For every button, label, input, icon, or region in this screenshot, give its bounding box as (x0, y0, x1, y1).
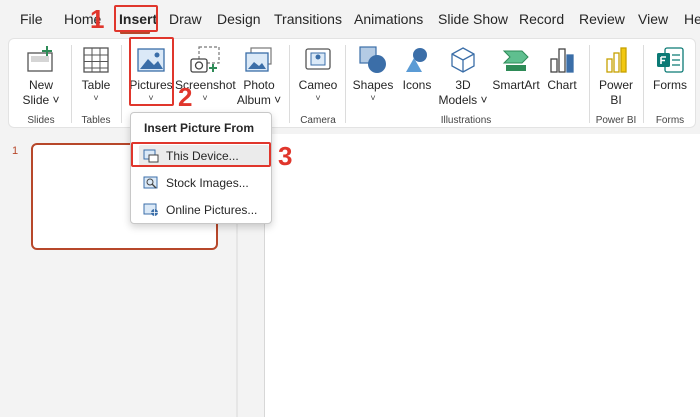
cameo-label: Cameo (298, 78, 338, 92)
group-divider (589, 45, 590, 123)
step-2-highlight-box (129, 37, 174, 106)
chevron-down-icon: ˅ (93, 93, 99, 103)
tab-draw[interactable]: Draw (169, 11, 202, 27)
shapes-label: Shapes (352, 78, 394, 92)
menu-title: Insert Picture From (144, 121, 255, 135)
shapes-button[interactable]: Shapes ˅ (349, 45, 397, 103)
forms-icon (657, 47, 684, 73)
chevron-down-icon: ˅ (477, 93, 488, 107)
menu-item-stock-images[interactable]: Stock Images... (139, 172, 269, 194)
shapes-icon (359, 46, 386, 73)
tab-design[interactable]: Design (217, 11, 261, 27)
insert-picture-menu: Insert Picture From This Device... Stock… (130, 112, 272, 224)
step-2-number: 2 (178, 82, 193, 112)
chevron-down-icon: ˅ (270, 93, 282, 107)
slide-canvas[interactable] (264, 134, 700, 417)
table-icon (83, 47, 109, 73)
photo-album-icon (245, 47, 272, 72)
new-slide-label-2: Slide (22, 93, 50, 107)
chevron-down-icon: ˅ (370, 93, 376, 103)
tab-file[interactable]: File (20, 11, 43, 27)
icons-icon (406, 48, 427, 72)
smartart-label: SmartArt (492, 78, 540, 92)
group-divider (643, 45, 644, 123)
group-label-camera: Camera (300, 115, 336, 126)
3d-models-button[interactable]: 3D Models ˅ (435, 45, 491, 108)
cameo-icon (305, 48, 331, 70)
slide-thumbnail-number: 1 (12, 145, 19, 157)
forms-button[interactable]: Forms (647, 45, 693, 93)
group-label-power-bi: Power BI (595, 115, 637, 126)
group-label-slides: Slides (27, 115, 55, 126)
step-3-highlight-box (131, 142, 271, 167)
online-pictures-icon (143, 203, 158, 216)
forms-label: Forms (653, 78, 687, 92)
chart-label: Chart (547, 78, 577, 92)
group-divider (121, 45, 122, 123)
group-divider (289, 45, 290, 123)
tab-help[interactable]: He (684, 11, 700, 27)
3d-models-label-2: Models (438, 93, 478, 107)
tab-record[interactable]: Record (519, 11, 564, 27)
power-bi-icon (606, 47, 627, 73)
chevron-down-icon: ˅ (49, 93, 60, 107)
table-button[interactable]: Table ˅ (73, 45, 119, 103)
menu-item-label: Stock Images... (166, 176, 249, 190)
chart-icon (550, 48, 574, 73)
power-bi-label-2: BI (610, 93, 622, 107)
photo-album-label-2: Album (236, 93, 271, 107)
new-slide-label-1: New (28, 78, 53, 92)
3d-models-label-1: 3D (455, 78, 471, 92)
smartart-icon (502, 50, 529, 71)
group-label-illustrations: Illustrations (440, 115, 492, 126)
chart-button[interactable]: Chart (541, 45, 583, 93)
tab-animations[interactable]: Animations (354, 11, 423, 27)
tab-view[interactable]: View (638, 11, 668, 27)
insert-ribbon: New Slide ˅ Slides Table ˅ Tables Pictur… (8, 38, 696, 128)
smartart-button[interactable]: SmartArt (489, 45, 543, 93)
tab-review[interactable]: Review (579, 11, 625, 27)
group-divider (71, 45, 72, 123)
screenshot-icon (190, 46, 220, 73)
power-bi-label-1: Power (598, 78, 633, 92)
icons-button[interactable]: Icons (397, 45, 437, 93)
cube-icon (451, 47, 475, 73)
step-1-highlight-box (114, 5, 158, 32)
tab-transitions[interactable]: Transitions (274, 11, 342, 27)
photo-album-button[interactable]: Photo Album ˅ (233, 45, 285, 108)
step-3-number: 3 (278, 141, 293, 171)
ribbon-area: New Slide ˅ Slides Table ˅ Tables Pictur… (0, 38, 700, 134)
chevron-down-icon: ˅ (315, 93, 321, 103)
group-divider (345, 45, 346, 123)
group-label-forms: Forms (655, 115, 685, 126)
new-slide-button[interactable]: New Slide ˅ (13, 45, 69, 108)
ribbon-tab-bar: File Home Insert Draw Design Transitions… (0, 0, 700, 38)
new-slide-icon (27, 46, 53, 72)
icons-label: Icons (402, 78, 432, 92)
menu-item-online-pictures[interactable]: Online Pictures... (139, 199, 269, 221)
stock-images-icon (143, 176, 158, 189)
table-label: Table (81, 78, 111, 92)
power-bi-button[interactable]: Power BI (593, 45, 639, 108)
cameo-button[interactable]: Cameo ˅ (295, 45, 341, 103)
tab-slide-show[interactable]: Slide Show (438, 11, 508, 27)
menu-item-label: Online Pictures... (166, 203, 258, 217)
group-label-tables: Tables (81, 115, 111, 126)
photo-album-label-1: Photo (243, 78, 275, 92)
step-1-number: 1 (90, 4, 105, 34)
